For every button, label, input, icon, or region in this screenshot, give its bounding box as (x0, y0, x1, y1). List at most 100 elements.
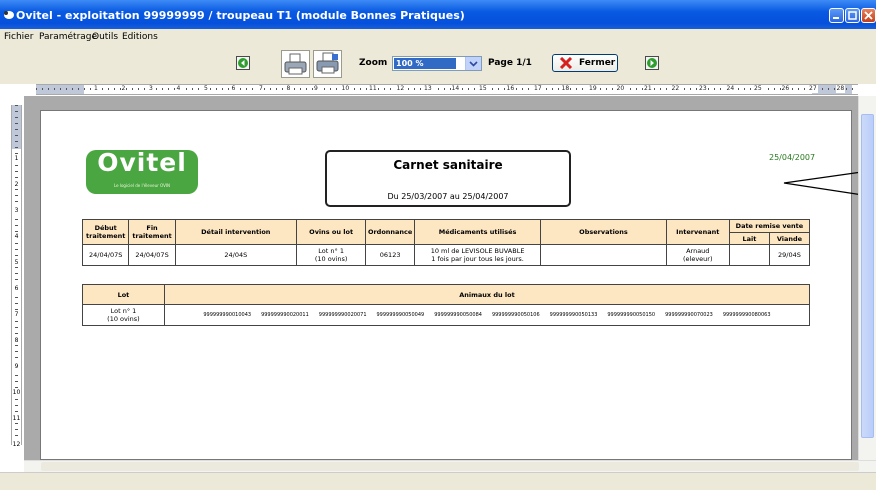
animal-id: 999999990050084 (434, 312, 482, 318)
zoom-select[interactable]: 100 % (392, 56, 482, 71)
menu-fichier[interactable]: Fichier (4, 32, 33, 42)
header-animaux: Animaux du lot (163, 284, 811, 305)
menu-editions[interactable]: Editions (122, 32, 158, 42)
ruler-number: 26 (780, 85, 791, 93)
ruler-number: 18 (560, 85, 571, 93)
animal-id: 999999990080063 (722, 312, 771, 318)
ruler-number: 1 (93, 85, 99, 93)
logo-tagline: Le logiciel de l'éleveur OVIN (113, 183, 171, 188)
arrow-right-icon (647, 58, 657, 68)
ruler-number: 12 (395, 85, 406, 93)
vertical-scroll-thumb[interactable] (861, 114, 874, 438)
cell-detail: 24/04S (174, 244, 297, 266)
header-fin: Fin traitement (128, 219, 176, 245)
ruler-number: 5 (203, 85, 209, 93)
header-ovins: Ovins ou lot (295, 219, 367, 245)
app-icon (4, 11, 14, 19)
horizontal-scrollbar[interactable] (24, 460, 876, 472)
ruler-number: 6 (12, 285, 21, 292)
cell-lait (728, 244, 770, 266)
zoom-label: Zoom (359, 58, 388, 68)
print-button[interactable] (281, 50, 310, 78)
ruler-number: 13 (423, 85, 433, 93)
cell-animals-list: 999999990010043 999999990020011 9999999900… (163, 304, 811, 326)
maximize-icon (848, 11, 857, 20)
minimize-button[interactable] (829, 8, 844, 23)
close-preview-button[interactable]: Fermer (552, 54, 618, 72)
ruler-number: 2 (120, 85, 127, 93)
cell-medicaments: 10 ml de LEVISOLE BUVABLE 1 fois par jou… (413, 244, 542, 266)
horizontal-ruler[interactable]: 1 2 3 4 5 6 7 8 9 10 11 12 13 14 15 16 17 18 19 20 21 22 23 24 2… (36, 84, 858, 95)
ruler-number: 8 (285, 85, 292, 93)
ruler-number: 12 (12, 441, 21, 448)
animal-id: 999999990070023 (665, 312, 713, 318)
ruler-number: 24 (725, 85, 736, 93)
vertical-scrollbar[interactable] (858, 96, 876, 460)
next-page-button[interactable] (645, 56, 659, 70)
table-row: 24/04/07S 24/04/07S 24/04S Lot n° 1 (10 … (81, 244, 811, 266)
zoom-value: 100 % (394, 58, 456, 69)
ruler-number: 21 (643, 85, 653, 93)
ruler-number: 3 (148, 85, 154, 93)
ruler-number: 4 (175, 85, 182, 93)
previous-page-button[interactable] (236, 56, 250, 70)
cell-ovins: Lot n° 1 (10 ovins) (295, 244, 367, 266)
document-title: Carnet sanitaire (393, 158, 503, 172)
cell-observations (540, 244, 667, 266)
document-period: Du 25/03/2007 au 25/04/2007 (387, 192, 509, 201)
animal-id: 999999990020071 (318, 312, 367, 318)
header-lait: Lait (728, 232, 770, 245)
menu-parametrage[interactable]: Paramétrage (39, 32, 97, 42)
ruler-number: 10 (340, 85, 351, 93)
animal-id: 999999990050150 (607, 312, 656, 318)
animal-id: 999999990050049 (376, 312, 425, 318)
ovitel-logo: Ovitel Le logiciel de l'éleveur OVIN (86, 148, 198, 194)
ruler-number: 1 (12, 155, 21, 162)
document-header-box: Carnet sanitaire Du 25/03/2007 au 25/04/… (325, 150, 571, 207)
menu-bar: Fichier Paramétrage Outils Editions (0, 29, 876, 47)
ruler-number: 6 (230, 85, 237, 93)
toolbar: Zoom 100 % Page 1/1 Fermer (0, 46, 876, 84)
close-window-button[interactable] (861, 8, 876, 23)
chevron-down-icon[interactable] (465, 57, 481, 70)
ruler-number: 7 (258, 85, 264, 93)
ruler-number: 9 (12, 363, 21, 370)
ruler-number: 22 (670, 85, 681, 93)
printer-icon (284, 53, 307, 75)
ruler-number: 25 (753, 85, 763, 93)
ruler-number: 2 (12, 181, 21, 188)
ruler-number: 23 (698, 85, 708, 93)
status-bar (0, 472, 876, 490)
cell-lot: Lot n° 1 (10 ovins) (82, 304, 165, 326)
printer-settings-icon (316, 52, 339, 74)
header-date-remise: Date remise vente (728, 219, 811, 233)
window-title: Ovitel - exploitation 99999999 / troupea… (16, 9, 465, 22)
print-setup-button[interactable] (313, 50, 342, 78)
animal-id: 999999990050106 (491, 312, 540, 318)
maximize-button[interactable] (845, 8, 860, 23)
page-indicator: Page 1/1 (488, 58, 532, 68)
ruler-number: 17 (533, 85, 543, 93)
header-observations: Observations (540, 219, 667, 245)
horizontal-scroll-thumb[interactable] (41, 462, 859, 471)
close-icon (864, 11, 873, 20)
arrow-left-icon (238, 58, 248, 68)
cell-intervenant: Arnaud (eleveur) (665, 244, 730, 266)
table-row: Lot n° 1 (10 ovins) 999999990010043 99999… (82, 304, 811, 326)
cell-viande: 29/04S (768, 244, 811, 266)
animal-id: 999999990050133 (549, 312, 598, 318)
ruler-number: 10 (12, 389, 21, 396)
cell-ordonnance: 06123 (365, 244, 415, 266)
header-intervenant: Intervenant (665, 219, 730, 245)
ruler-number: 3 (12, 207, 21, 214)
vertical-ruler[interactable]: 1 2 3 4 5 6 7 8 9 10 11 12 (11, 105, 22, 448)
minimize-icon (833, 17, 839, 19)
ruler-number: 5 (12, 259, 21, 266)
treatments-table: Début traitement Fin traitement Détail i… (81, 219, 811, 266)
menu-outils[interactable]: Outils (92, 32, 118, 42)
ruler-number: 20 (615, 85, 626, 93)
animal-id: 999999990020011 (261, 312, 309, 318)
header-detail: Détail intervention (174, 219, 297, 245)
ruler-number: 14 (450, 85, 461, 93)
header-lot: Lot (82, 284, 165, 305)
